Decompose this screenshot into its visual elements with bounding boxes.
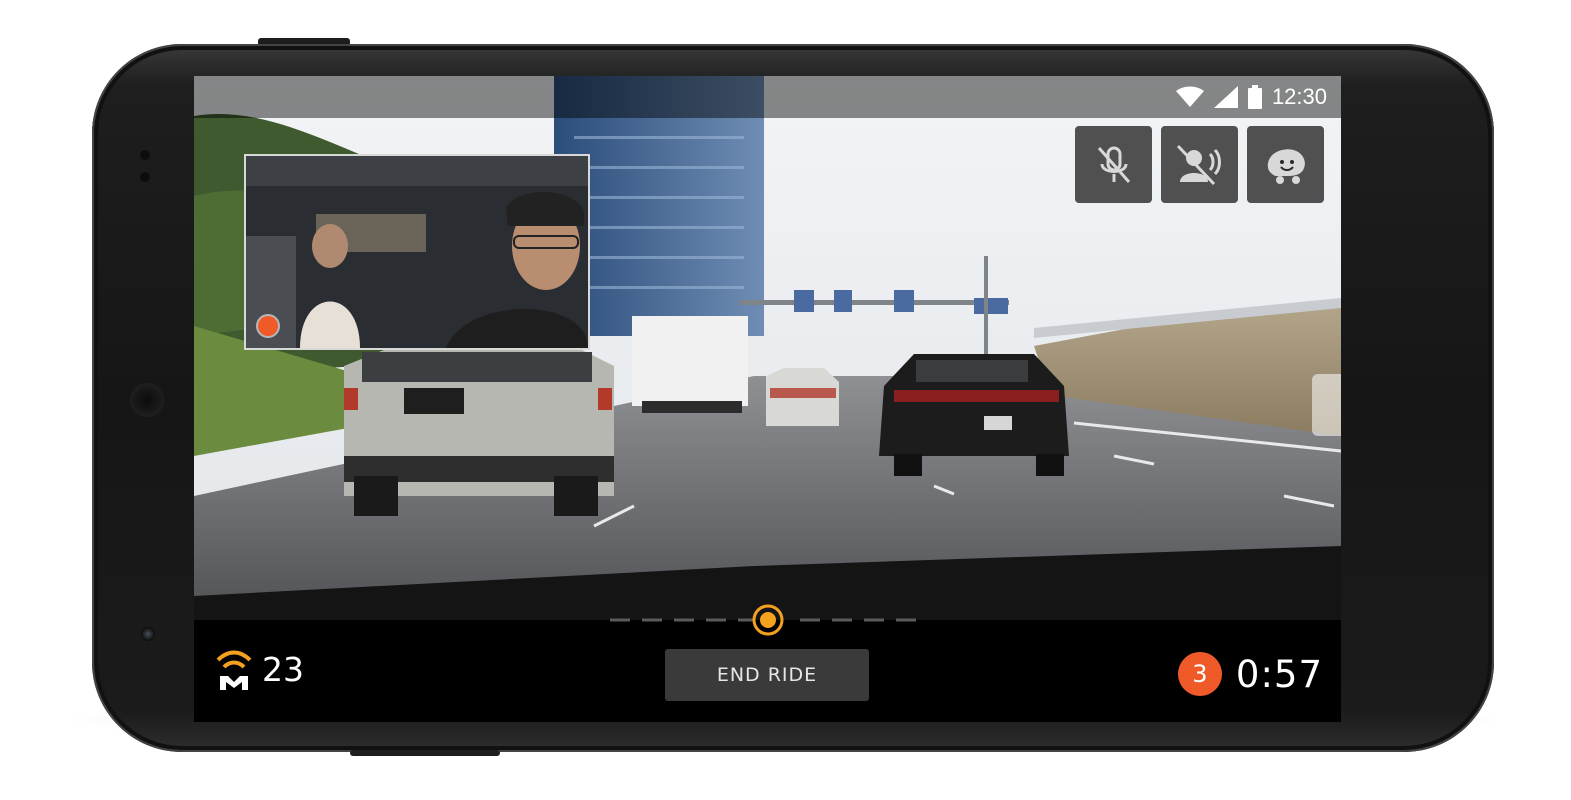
waze-icon xyxy=(1267,148,1305,184)
cabin-image xyxy=(246,156,588,348)
waze-button[interactable] xyxy=(1247,126,1324,203)
volume-button xyxy=(350,750,500,756)
speaker-voice-off-icon xyxy=(1176,144,1221,185)
sensor xyxy=(140,150,150,160)
mic-mute-button[interactable] xyxy=(1075,126,1152,203)
driver-camera-preview[interactable] xyxy=(244,154,590,350)
status-icons: 12:30 xyxy=(1175,82,1327,112)
screen: 12:30 23 END RIDE 3 0:57 xyxy=(194,76,1341,722)
battery-icon xyxy=(1247,85,1262,109)
status-time: 12:30 xyxy=(1271,84,1327,109)
ride-timer: 0:57 xyxy=(1235,652,1323,696)
mic-off-icon xyxy=(1097,146,1130,183)
wifi-icon xyxy=(1175,86,1204,107)
connection-signal-icon xyxy=(216,650,252,690)
notification-badge[interactable]: 3 xyxy=(1177,652,1222,696)
cell-signal-icon xyxy=(1213,86,1238,108)
countdown: 3 0:57 xyxy=(1177,652,1323,696)
connection-indicator: 23 xyxy=(214,646,304,692)
signal-count: 23 xyxy=(262,649,304,689)
status-bar: 12:30 xyxy=(194,76,1341,118)
earpiece-speaker xyxy=(130,383,164,417)
sensor xyxy=(140,172,150,182)
ride-progress xyxy=(610,604,916,636)
recording-indicator xyxy=(258,316,278,336)
side-drawer-handle[interactable] xyxy=(1312,374,1341,436)
end-ride-button[interactable]: END RIDE xyxy=(665,649,869,701)
front-camera xyxy=(141,627,155,641)
voice-mute-button[interactable] xyxy=(1161,126,1238,203)
